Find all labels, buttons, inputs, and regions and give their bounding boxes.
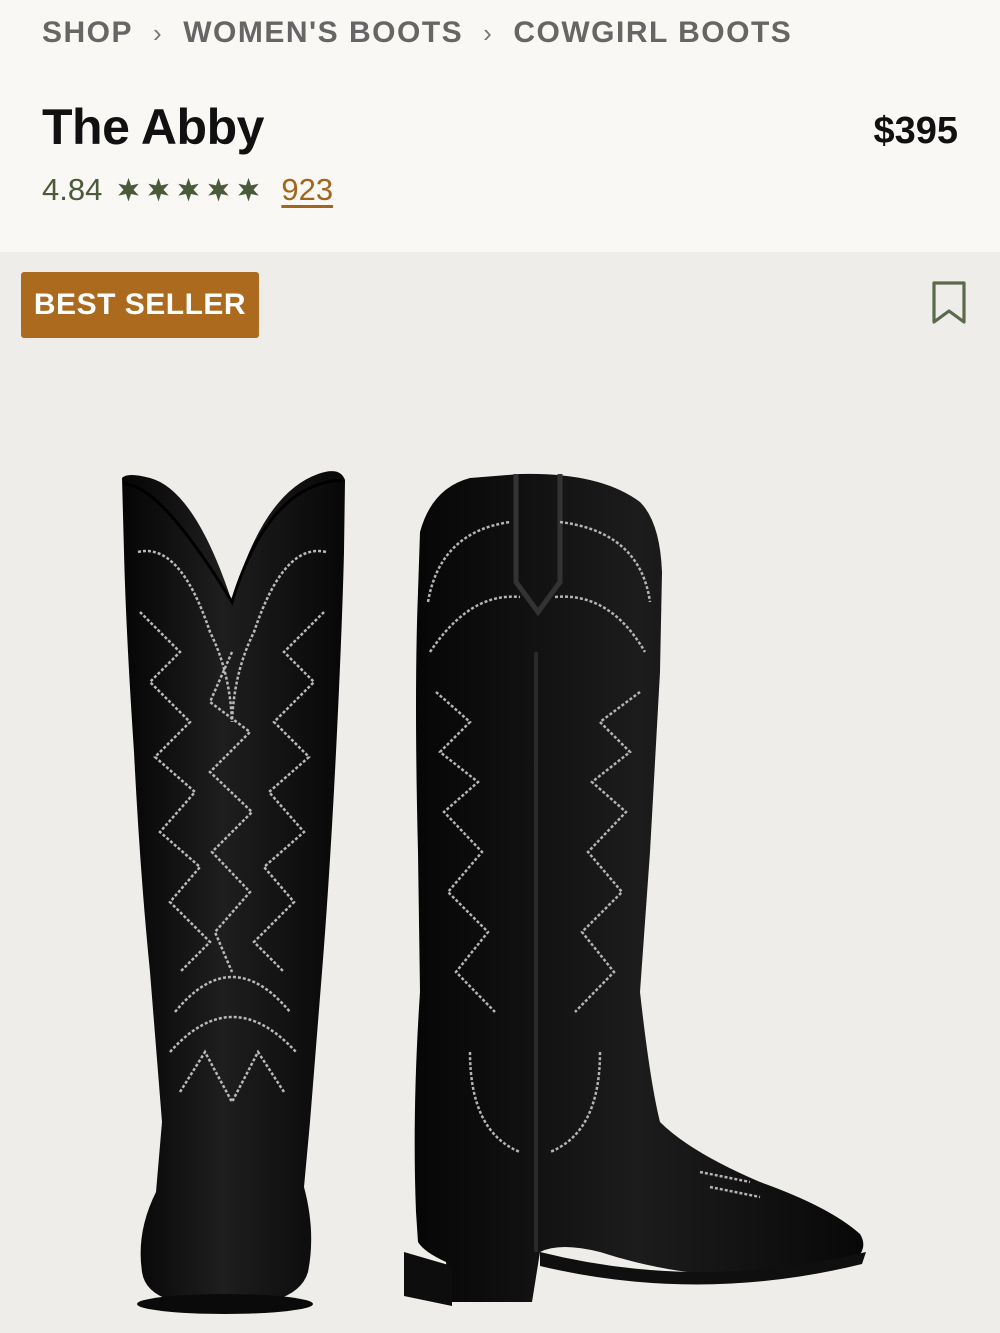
star-icon: [178, 177, 200, 202]
chevron-right-icon: ›: [483, 17, 494, 48]
best-seller-badge: BEST SELLER: [21, 272, 259, 338]
star-icon: [208, 177, 230, 202]
star-rating: [114, 176, 263, 205]
product-header: SHOP › WOMEN'S BOOTS › COWGIRL BOOTS The…: [0, 0, 1000, 252]
front-boot: [122, 471, 345, 1314]
bookmark-icon[interactable]: [930, 280, 968, 326]
product-title: The Abby: [42, 99, 264, 155]
breadcrumb-item-shop[interactable]: SHOP: [42, 16, 133, 50]
rating-row: 4.84 923: [42, 172, 333, 208]
breadcrumb-item-cowgirl-boots[interactable]: COWGIRL BOOTS: [513, 16, 792, 50]
star-icon: [148, 177, 170, 202]
boot-product-image: [122, 471, 866, 1314]
star-icon: [118, 177, 140, 202]
breadcrumb: SHOP › WOMEN'S BOOTS › COWGIRL BOOTS: [42, 16, 792, 50]
product-gallery[interactable]: BEST SELLER: [0, 252, 1000, 1333]
side-boot: [404, 473, 866, 1306]
rating-value: 4.84: [42, 172, 103, 207]
chevron-right-icon: ›: [153, 17, 164, 48]
star-icon: [238, 177, 260, 202]
product-price: $395: [873, 110, 958, 152]
review-count-link[interactable]: 923: [281, 172, 333, 208]
breadcrumb-item-womens-boots[interactable]: WOMEN'S BOOTS: [183, 16, 463, 50]
